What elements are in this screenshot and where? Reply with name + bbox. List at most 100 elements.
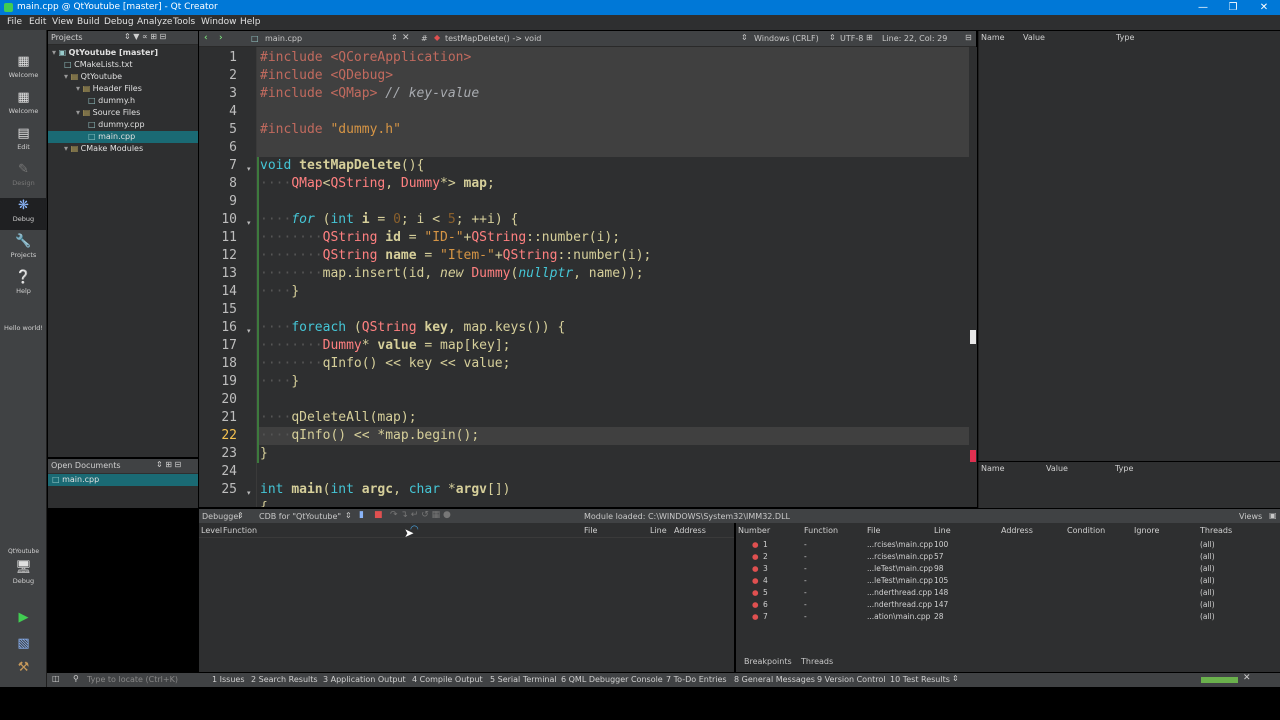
- line-number[interactable]: 4: [199, 104, 237, 119]
- line-number[interactable]: 10: [199, 212, 237, 227]
- breakpoint-row[interactable]: ● 6 - ...nderthread.cpp 147 (all): [736, 599, 1280, 611]
- output-tab-search-results[interactable]: 2 Search Results: [251, 675, 318, 684]
- project-tree-item[interactable]: ▾ ▤ CMake Modules: [48, 143, 198, 155]
- stack-col-file[interactable]: File: [584, 526, 597, 535]
- line-number[interactable]: 19: [199, 374, 237, 389]
- minimize-button[interactable]: —: [1187, 0, 1219, 15]
- line-number[interactable]: 16: [199, 320, 237, 335]
- document-tab[interactable]: main.cpp: [265, 34, 302, 43]
- mode-hello-world[interactable]: Hello world!: [0, 324, 47, 336]
- watch-col-name[interactable]: Name: [981, 464, 1005, 473]
- line-number[interactable]: 15: [199, 302, 237, 317]
- run-button[interactable]: ▶: [0, 610, 47, 628]
- tab-breakpoints[interactable]: Breakpoints: [744, 657, 792, 666]
- menu-window[interactable]: Window: [201, 17, 237, 27]
- breakpoint-row[interactable]: ● 7 - ...ation\main.cpp 28 (all): [736, 611, 1280, 623]
- menu-file[interactable]: File: [7, 17, 22, 27]
- output-tabs-dropdown-icon[interactable]: ⇕: [952, 674, 959, 683]
- project-tree-item[interactable]: □ dummy.h: [48, 95, 198, 107]
- scrollbar-thumb[interactable]: [970, 330, 976, 344]
- symbol-selector[interactable]: testMapDelete() -> void: [445, 34, 541, 43]
- line-number[interactable]: 13: [199, 266, 237, 281]
- fold-marker[interactable]: ▾: [247, 165, 253, 175]
- mode-design[interactable]: ✎ Design: [0, 162, 47, 194]
- project-tree-item[interactable]: ▾ ▣ QtYoutube [master]: [48, 47, 198, 59]
- debug-run-button[interactable]: ▧: [0, 636, 47, 654]
- mode-welcome-2[interactable]: ▦ Welcome: [0, 90, 47, 122]
- stack-col-line[interactable]: Line: [650, 526, 667, 535]
- line-number[interactable]: 23: [199, 446, 237, 461]
- project-tree-item[interactable]: □ main.cpp: [48, 131, 198, 143]
- bp-col-ignore[interactable]: Ignore: [1134, 526, 1159, 535]
- locator-input[interactable]: Type to locate (Ctrl+K): [87, 675, 178, 684]
- locals-col-type[interactable]: Type: [1116, 33, 1134, 42]
- project-tree-item[interactable]: □ CMakeLists.txt: [48, 59, 198, 71]
- breakpoint-row[interactable]: ● 3 - ...leTest\main.cpp 98 (all): [736, 563, 1280, 575]
- output-tab-application-output[interactable]: 3 Application Output: [323, 675, 406, 684]
- project-tree-item[interactable]: □ dummy.cpp: [48, 119, 198, 131]
- line-number[interactable]: 14: [199, 284, 237, 299]
- line-number[interactable]: 8: [199, 176, 237, 191]
- open-document-item[interactable]: □ main.cpp: [48, 474, 198, 486]
- breakpoint-row[interactable]: ● 1 - ...rcises\main.cpp 100 (all): [736, 539, 1280, 551]
- bp-col-condition[interactable]: Condition: [1067, 526, 1105, 535]
- projects-title[interactable]: Projects: [51, 33, 83, 42]
- line-number[interactable]: 5: [199, 122, 237, 137]
- line-number[interactable]: 18: [199, 356, 237, 371]
- mode-edit[interactable]: ▤ Edit: [0, 126, 47, 158]
- line-number[interactable]: 17: [199, 338, 237, 353]
- line-number[interactable]: 22: [199, 428, 237, 443]
- step-icons[interactable]: ↷ ↴ ↵ ↺ ▦ ●: [390, 510, 451, 520]
- open-documents-title[interactable]: Open Documents: [51, 461, 121, 470]
- project-tree-item[interactable]: ▾ ▤ QtYoutube: [48, 71, 198, 83]
- output-tab-test-results[interactable]: 10 Test Results: [890, 675, 950, 684]
- output-tab-todo-entries[interactable]: 7 To-Do Entries: [666, 675, 727, 684]
- menu-help[interactable]: Help: [240, 17, 261, 27]
- tab-threads[interactable]: Threads: [801, 657, 833, 666]
- stack-col-level[interactable]: Level: [201, 526, 222, 535]
- fold-marker[interactable]: ▾: [247, 489, 253, 499]
- mode-welcome[interactable]: ▦ Welcome: [0, 54, 47, 86]
- fold-marker[interactable]: ▾: [247, 327, 253, 337]
- close-button[interactable]: ✕: [1248, 0, 1280, 15]
- encoding-selector[interactable]: UTF-8: [840, 34, 863, 43]
- code-editor[interactable]: 1 2 3 4 5 6 7 8 9 10 11 12 13 14 15 16 17 18 19 20 21 22 23 24 2…: [199, 47, 969, 507]
- line-number[interactable]: 12: [199, 248, 237, 263]
- mode-help[interactable]: ❔ Help: [0, 270, 47, 302]
- stop-icon[interactable]: ■: [374, 510, 383, 520]
- line-number[interactable]: 20: [199, 392, 237, 407]
- bp-col-number[interactable]: Number: [738, 526, 770, 535]
- output-tab-issues[interactable]: 1 Issues: [212, 675, 245, 684]
- mode-debug[interactable]: ❋ Debug: [0, 198, 47, 230]
- menu-tools[interactable]: Tools: [173, 17, 195, 27]
- breakpoint-row[interactable]: ● 2 - ...rcises\main.cpp 57 (all): [736, 551, 1280, 563]
- line-number[interactable]: 11: [199, 230, 237, 245]
- split-editor-icon[interactable]: ⊟: [965, 33, 972, 42]
- stack-col-address[interactable]: Address: [674, 526, 706, 535]
- output-tab-qml-debugger-console[interactable]: 6 QML Debugger Console: [561, 675, 663, 684]
- continue-icon[interactable]: ▮: [359, 510, 364, 520]
- project-tree-item[interactable]: ▾ ▤ Header Files: [48, 83, 198, 95]
- watch-col-value[interactable]: Value: [1046, 464, 1068, 473]
- toggle-sidebar-icon[interactable]: ◫: [52, 674, 60, 683]
- output-tab-version-control[interactable]: 9 Version Control: [817, 675, 886, 684]
- bp-col-function[interactable]: Function: [804, 526, 838, 535]
- menu-edit[interactable]: Edit: [29, 17, 46, 27]
- line-number[interactable]: 24: [199, 464, 237, 479]
- maximize-button[interactable]: ❐: [1217, 0, 1249, 15]
- menu-debug[interactable]: Debug: [104, 17, 134, 27]
- progress-close-icon[interactable]: ✕: [1243, 673, 1251, 683]
- kit-selector[interactable]: 🖥 Debug: [0, 560, 47, 590]
- watch-col-type[interactable]: Type: [1115, 464, 1133, 473]
- cursor-position[interactable]: Line: 22, Col: 29: [882, 34, 947, 43]
- bp-col-line[interactable]: Line: [934, 526, 951, 535]
- locals-col-name[interactable]: Name: [981, 33, 1005, 42]
- bp-col-file[interactable]: File: [867, 526, 880, 535]
- output-tab-compile-output[interactable]: 4 Compile Output: [412, 675, 483, 684]
- line-number[interactable]: 21: [199, 410, 237, 425]
- breakpoint-row[interactable]: ● 5 - ...nderthread.cpp 148 (all): [736, 587, 1280, 599]
- bp-col-threads[interactable]: Threads: [1200, 526, 1232, 535]
- project-tree-item[interactable]: ▾ ▤ Source Files: [48, 107, 198, 119]
- output-tab-serial-terminal[interactable]: 5 Serial Terminal: [490, 675, 557, 684]
- split-icon[interactable]: ⊞: [866, 33, 873, 42]
